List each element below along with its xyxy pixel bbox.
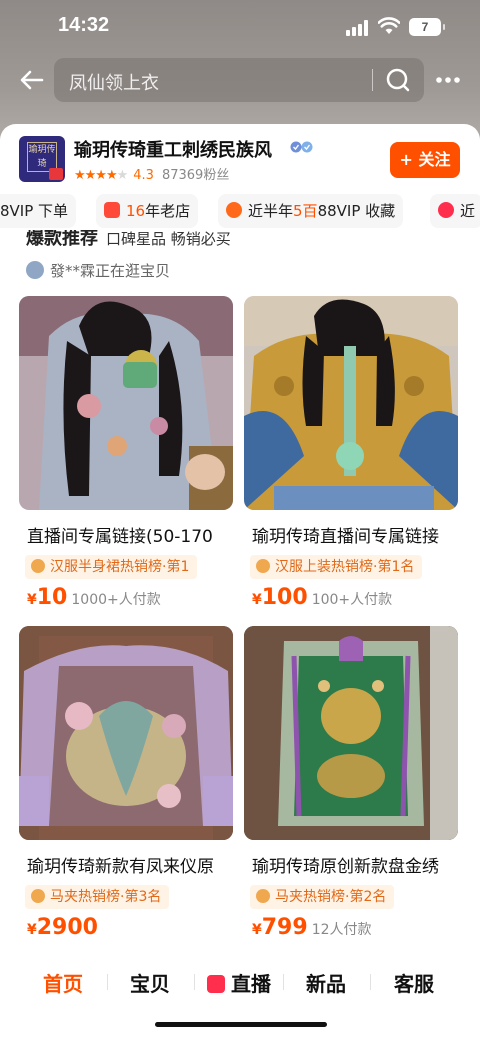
tab-live[interactable]: 直播 — [207, 968, 271, 997]
shop-card: 瑜玥传琦 瑜玥传琦重工刺绣民族风 ★★★★★ 4.3 87369粉丝 + 关注 8V… — [0, 124, 480, 1039]
live-icon — [207, 975, 225, 993]
rating-stars: ★★★★★ — [74, 168, 128, 183]
shop-name[interactable]: 瑜玥传琦重工刺绣民族风 — [74, 136, 272, 162]
rank-badge: 汉服半身裙热销榜·第1 — [25, 555, 198, 579]
rating-value: 4.3 — [133, 168, 154, 183]
status-time: 14:32 — [58, 14, 110, 36]
product-price: 799 — [261, 915, 308, 940]
shop-rating-row: ★★★★★ 4.3 87369粉丝 — [74, 164, 230, 183]
tab-divider — [283, 974, 284, 990]
product-card[interactable]: 直播间专属链接(50-170 汉服半身裙热销榜·第1 ¥10 1000+人付款 — [19, 296, 233, 615]
price-row: ¥10 1000+人付款 — [27, 585, 161, 610]
product-card[interactable]: 瑜玥传琦新款有凤来仪原 马夹热销榜·第3名 ¥2900 — [19, 626, 233, 945]
section-header: 爆款推荐 口碑星品 畅销必买 — [26, 230, 466, 248]
product-price: 2900 — [36, 915, 98, 940]
product-image[interactable] — [19, 626, 233, 840]
medal-icon — [31, 559, 45, 573]
back-arrow-icon[interactable] — [18, 66, 46, 94]
tab-home[interactable]: 首页 — [43, 968, 83, 997]
price-row: ¥799 12人付款 — [252, 915, 372, 940]
search-input[interactable]: 凤仙领上衣 — [54, 58, 424, 102]
signal-icon — [346, 20, 372, 36]
home-indicator — [155, 1022, 327, 1027]
product-title[interactable]: 直播间专属链接(50-170 — [19, 522, 241, 547]
visitor-avatar-icon — [26, 261, 44, 279]
paid-count: 12人付款 — [311, 922, 372, 938]
tag-more[interactable]: 近 — [430, 194, 480, 228]
price-row: ¥100 100+人付款 — [252, 585, 393, 610]
shop-tags-row: 8VIP 下单 16年老店 近半年5百88VIP 收藏 近 — [0, 194, 480, 230]
paid-count: 100+人付款 — [311, 592, 393, 608]
star-badge-icon — [226, 202, 242, 218]
search-query: 凤仙领上衣 — [69, 73, 159, 94]
visitor-notice: 發**霖正在逛宝贝 — [26, 260, 170, 282]
nav-bar: 凤仙领上衣 — [0, 56, 480, 106]
wifi-icon — [378, 17, 400, 34]
section-title: 爆款推荐 — [26, 230, 98, 248]
shop-logo-badge — [49, 168, 63, 180]
medal-icon — [256, 559, 270, 573]
tag-vip-order[interactable]: 8VIP 下单 — [0, 194, 77, 228]
product-card[interactable]: 瑜玥传琦原创新款盘金绣 马夹热销榜·第2名 ¥799 12人付款 — [244, 626, 458, 945]
shop-logo[interactable]: 瑜玥传琦 — [19, 136, 65, 182]
price-row: ¥2900 — [27, 915, 98, 940]
tab-items[interactable]: 宝贝 — [130, 968, 170, 997]
tab-service[interactable]: 客服 — [394, 968, 434, 997]
medal-icon — [256, 889, 270, 903]
product-title[interactable]: 瑜玥传琦新款有凤来仪原 — [19, 852, 241, 877]
product-price: 10 — [36, 585, 68, 610]
rank-badge: 马夹热销榜·第2名 — [250, 885, 395, 909]
search-divider — [372, 69, 373, 91]
product-image[interactable] — [244, 626, 458, 840]
fans-count: 87369粉丝 — [161, 168, 230, 183]
record-icon — [438, 202, 454, 218]
verified-badge-icon — [290, 141, 313, 153]
rank-badge: 马夹热销榜·第3名 — [25, 885, 170, 909]
battery-indicator: 7 — [409, 18, 445, 36]
product-title[interactable]: 瑜玥传琦原创新款盘金绣 — [244, 852, 466, 877]
section-subtitle: 口碑星品 畅销必买 — [106, 230, 231, 248]
tab-divider — [370, 974, 371, 990]
tab-divider — [107, 974, 108, 990]
product-card[interactable]: 瑜玥传琦直播间专属链接 汉服上装热销榜·第1名 ¥100 100+人付款 — [244, 296, 458, 615]
product-image[interactable] — [244, 296, 458, 510]
paid-count: 1000+人付款 — [71, 592, 161, 608]
tab-new[interactable]: 新品 — [306, 968, 346, 997]
status-bar: 14:32 7 — [0, 0, 480, 56]
product-title[interactable]: 瑜玥传琦直播间专属链接 — [244, 522, 466, 547]
tag-old-store[interactable]: 16年老店 — [96, 194, 199, 228]
follow-button[interactable]: + 关注 — [390, 142, 460, 178]
rank-badge: 汉服上装热销榜·第1名 — [250, 555, 423, 579]
medal-icon — [31, 889, 45, 903]
tab-divider — [194, 974, 195, 990]
product-image[interactable] — [19, 296, 233, 510]
search-icon[interactable] — [385, 67, 411, 93]
tag-favorites[interactable]: 近半年5百88VIP 收藏 — [218, 194, 404, 228]
product-price: 100 — [261, 585, 308, 610]
store-icon — [104, 202, 120, 218]
more-icon[interactable] — [435, 68, 461, 92]
